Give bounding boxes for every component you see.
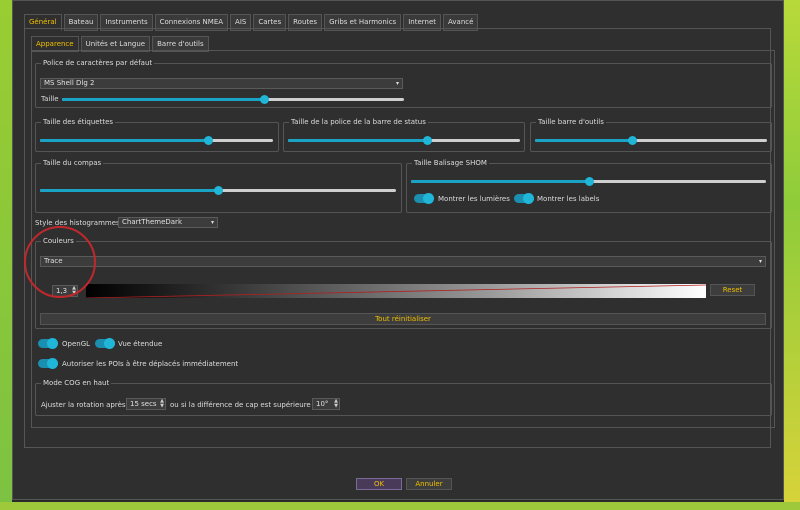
- reset-button[interactable]: Reset: [710, 284, 755, 296]
- slider-handle[interactable]: [584, 177, 594, 186]
- statusbar-font-group: Taille de la police de la barre de statu…: [283, 118, 525, 152]
- histogram-style-value: ChartThemeDark: [122, 218, 182, 226]
- spin-arrows-icon[interactable]: ▲ ▼: [160, 399, 164, 409]
- slider-fill: [535, 139, 633, 142]
- label-size-group: Taille des étiquettes: [35, 118, 279, 152]
- histogram-style-select[interactable]: ChartThemeDark ▾: [118, 217, 218, 228]
- toolbar-size-group: Taille barre d'outils: [530, 118, 772, 152]
- main-tabs: Général Bateau Instruments Connexions NM…: [24, 14, 479, 31]
- cog-degrees-spinbox[interactable]: 10° ▲ ▼: [312, 398, 340, 410]
- opengl-label: OpenGL: [62, 340, 91, 348]
- cog-degrees-value: 10°: [316, 400, 329, 408]
- move-pois-label: Autoriser les POIs à être déplacés imméd…: [62, 360, 239, 368]
- font-select[interactable]: MS Shell Dlg 2 ▾: [40, 78, 403, 89]
- font-size-slider[interactable]: [62, 95, 404, 104]
- cog-seconds-spinbox[interactable]: 15 secs ▲ ▼: [126, 398, 166, 410]
- extended-view-label: Vue étendue: [118, 340, 163, 348]
- chevron-down-icon: ▾: [758, 258, 762, 265]
- show-labels-label: Montrer les labels: [537, 195, 600, 203]
- cog-seconds-value: 15 secs: [130, 400, 157, 408]
- chevron-down-icon: ▾: [210, 219, 214, 226]
- ok-button[interactable]: OK: [356, 478, 402, 490]
- slider-fill: [62, 98, 264, 101]
- label-size-title: Taille des étiquettes: [41, 118, 116, 126]
- cog-middle-label: ou si la différence de cap est supérieur…: [170, 401, 318, 409]
- reset-all-button[interactable]: Tout réinitialiser: [40, 313, 766, 325]
- opengl-toggle[interactable]: [38, 338, 58, 349]
- color-target-select[interactable]: Trace ▾: [40, 256, 766, 267]
- font-select-value: MS Shell Dlg 2: [44, 79, 95, 87]
- slider-fill: [40, 189, 218, 192]
- slider-fill: [411, 180, 589, 183]
- move-pois-toggle[interactable]: [38, 358, 58, 369]
- label-size-slider[interactable]: [40, 136, 273, 145]
- cog-mode-title: Mode COG en haut: [41, 379, 112, 387]
- statusbar-font-title: Taille de la police de la barre de statu…: [289, 118, 428, 126]
- compass-size-title: Taille du compas: [41, 159, 104, 167]
- slider-fill: [40, 139, 208, 142]
- toolbar-size-title: Taille barre d'outils: [536, 118, 606, 126]
- background-left: [0, 0, 12, 510]
- shom-size-slider[interactable]: [411, 177, 766, 186]
- show-lights-toggle[interactable]: [414, 193, 434, 204]
- extended-view-toggle[interactable]: [95, 338, 115, 349]
- slider-handle[interactable]: [203, 136, 213, 145]
- statusbar-font-slider[interactable]: [288, 136, 520, 145]
- show-labels-toggle[interactable]: [514, 193, 534, 204]
- slider-handle[interactable]: [214, 186, 223, 195]
- toolbar-size-slider[interactable]: [535, 136, 767, 145]
- trace-line: [86, 284, 706, 298]
- chevron-down-icon: ▾: [395, 80, 399, 87]
- annotation-circle: [24, 226, 96, 298]
- slider-handle[interactable]: [259, 95, 269, 104]
- shom-size-group: Taille Balisage SHOM: [406, 159, 772, 213]
- background-right: [784, 0, 800, 510]
- taskbar-strip: [0, 504, 800, 510]
- show-lights-label: Montrer les lumières: [438, 195, 510, 203]
- spin-arrows-icon[interactable]: ▲ ▼: [334, 399, 338, 409]
- cog-prefix-label: Ajuster la rotation après: [41, 401, 126, 409]
- histogram-style-label: Style des histogrammes: [35, 219, 120, 227]
- font-size-label: Taille: [41, 95, 59, 103]
- default-font-title: Police de caractères par défaut: [41, 59, 155, 67]
- shom-size-title: Taille Balisage SHOM: [412, 159, 489, 167]
- compass-size-slider[interactable]: [40, 186, 396, 195]
- slider-fill: [288, 139, 428, 142]
- cancel-button[interactable]: Annuler: [406, 478, 452, 490]
